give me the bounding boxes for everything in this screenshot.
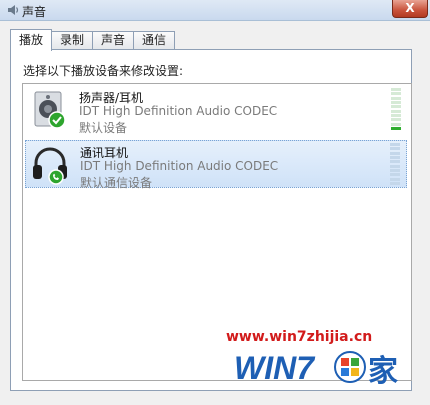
- device-item-headset[interactable]: 通讯耳机 IDT High Definition Audio CODEC 默认通…: [25, 140, 407, 190]
- device-status: 默认通信设备: [80, 176, 153, 190]
- meter-segment: [390, 168, 400, 172]
- meter-segment: [390, 181, 400, 185]
- speaker-small-icon: [8, 5, 19, 15]
- meter-segment: [390, 151, 400, 155]
- green-phone-badge: [48, 169, 64, 185]
- windows-flag-icon: [334, 351, 366, 383]
- instruction-text: 选择以下播放设备来修改设置:: [23, 64, 184, 78]
- meter-segment: [390, 173, 400, 177]
- device-item-speakers[interactable]: 扬声器/耳机 IDT High Definition Audio CODEC 默…: [25, 86, 407, 135]
- tab-strip: 播放 录制 声音 通信: [10, 29, 176, 51]
- green-check-badge: [48, 111, 66, 129]
- meter-segment: [391, 92, 401, 96]
- watermark-url: www.win7zhijia.cn: [226, 329, 373, 345]
- device-driver: IDT High Definition Audio CODEC: [80, 159, 279, 173]
- meter-segment: [391, 126, 401, 130]
- headphones-icon: [33, 147, 67, 185]
- tab-playback[interactable]: 播放: [10, 29, 53, 51]
- meter-segment: [390, 155, 400, 159]
- tab-recording[interactable]: 录制: [51, 31, 94, 50]
- meter-segment: [390, 147, 400, 151]
- tab-communications[interactable]: 通信: [133, 31, 176, 50]
- meter-segment: [391, 118, 401, 122]
- window-title: 声音: [22, 5, 47, 19]
- tab-sounds[interactable]: 声音: [92, 31, 135, 50]
- meter-segment: [391, 100, 401, 104]
- meter-segment: [391, 88, 401, 91]
- window-body: 播放 录制 声音 通信 选择以下播放设备来修改设置: 扬声器/耳机 IDT Hi…: [0, 21, 430, 405]
- device-status: 默认设备: [79, 121, 128, 135]
- meter-segment: [390, 143, 400, 146]
- watermark-logo: WIN7 家: [234, 350, 398, 389]
- title-bar: 声音 X: [0, 0, 430, 21]
- volume-level-meter: [391, 88, 401, 130]
- speaker-icon: [34, 91, 66, 129]
- device-driver: IDT High Definition Audio CODEC: [79, 104, 278, 118]
- svg-text:WIN7: WIN7: [234, 350, 316, 386]
- meter-segment: [391, 105, 401, 109]
- meter-segment: [390, 160, 400, 164]
- meter-segment: [390, 164, 400, 168]
- svg-text:家: 家: [368, 354, 398, 389]
- close-button[interactable]: X: [392, 0, 428, 18]
- meter-segment: [391, 113, 401, 117]
- meter-segment: [391, 109, 401, 113]
- meter-segment: [391, 96, 401, 100]
- volume-level-meter: [390, 143, 400, 185]
- meter-segment: [391, 122, 401, 126]
- meter-segment: [390, 177, 400, 181]
